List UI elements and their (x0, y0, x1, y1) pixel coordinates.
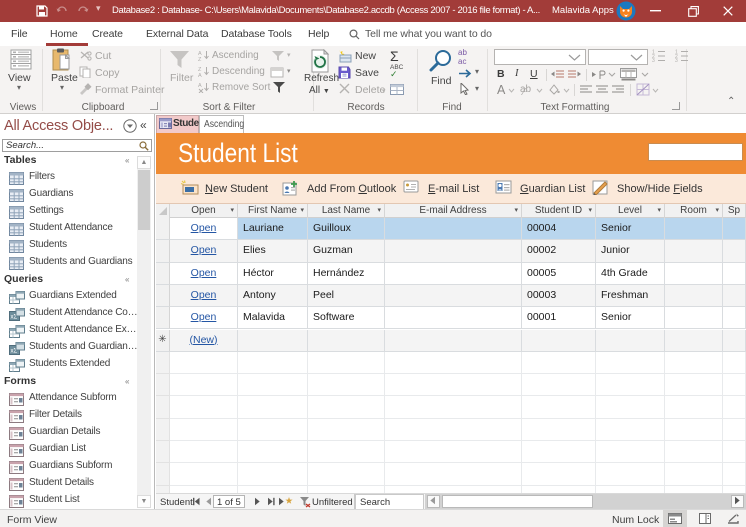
svg-text:3: 3 (652, 58, 655, 62)
svg-text:3: 3 (675, 58, 678, 62)
svg-text:Z: Z (198, 57, 202, 61)
svg-text:A: A (198, 83, 202, 89)
svg-text:A: A (198, 73, 202, 77)
